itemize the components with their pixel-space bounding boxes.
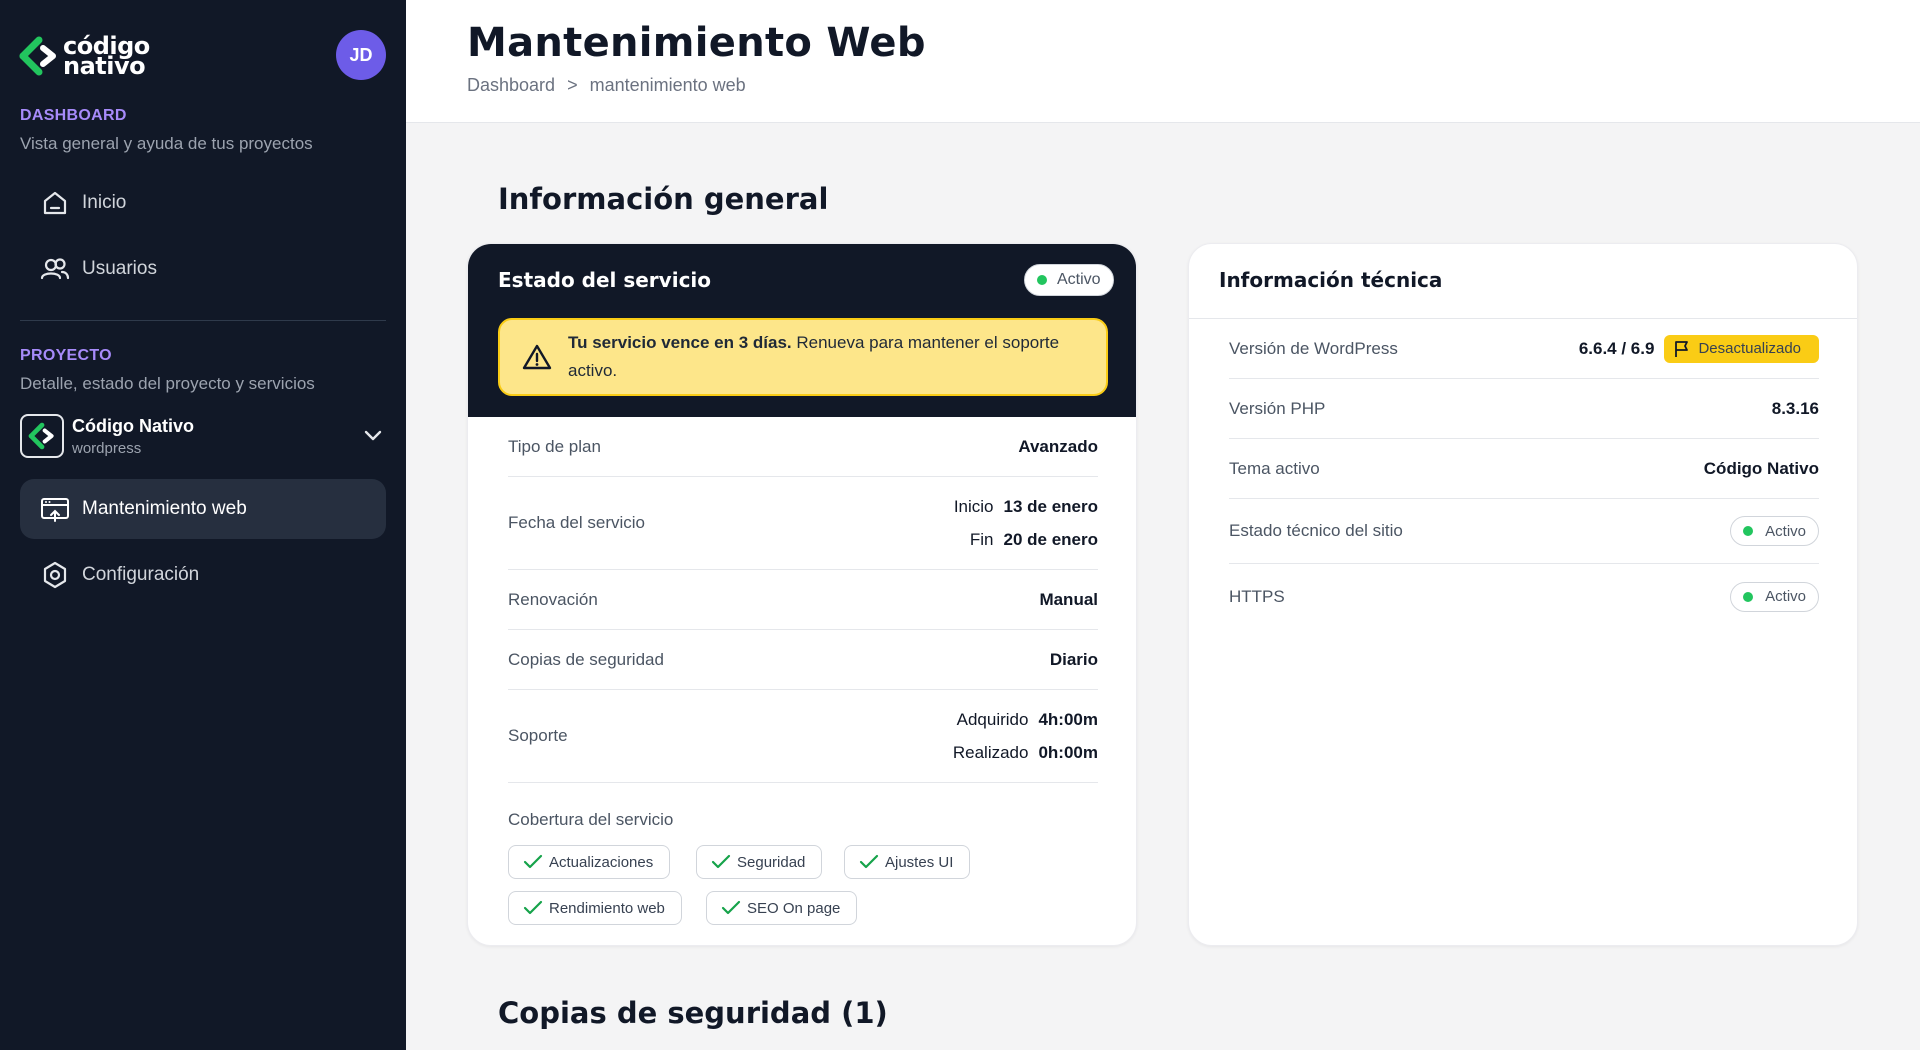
service-date-value: Inicio 13 de enero Fin 20 de enero xyxy=(953,497,1098,549)
check-icon xyxy=(711,854,731,869)
service-status-card: Estado del servicio Activo Tu servicio v… xyxy=(467,243,1137,946)
settings-icon xyxy=(40,560,70,590)
status-dot xyxy=(1037,275,1047,285)
brand-logo[interactable]: código nativo xyxy=(19,34,150,78)
sidebar-item-mantenimiento-web[interactable]: Mantenimiento web xyxy=(20,479,386,539)
brand-logo-icon xyxy=(19,36,56,76)
alert-bold-text: Tu servicio vence en 3 días. xyxy=(568,333,792,352)
project-section-title: PROYECTO xyxy=(20,347,112,364)
row-backups: Copias de seguridad Diario xyxy=(508,630,1098,690)
technical-info-card: Información técnica Versión de WordPress… xyxy=(1188,243,1858,946)
check-icon xyxy=(859,854,879,869)
check-icon xyxy=(523,854,543,869)
row-support: Soporte Adquirido 4h:00m Realizado 0h:00m xyxy=(508,690,1098,783)
backups-value: Diario xyxy=(1049,649,1098,669)
warning-icon xyxy=(522,344,552,370)
status-badge: Activo xyxy=(1024,264,1114,296)
main-content: Mantenimiento Web Dashboard > mantenimie… xyxy=(406,0,1920,1050)
row-plan: Tipo de plan Avanzado xyxy=(508,417,1098,477)
status-badge: Activo xyxy=(1730,581,1819,612)
sidebar: código nativo JD DASHBOARD Vista general… xyxy=(0,0,406,1050)
chevron-down-icon[interactable] xyxy=(362,424,384,451)
project-logo-icon xyxy=(20,414,64,458)
plan-value: Avanzado xyxy=(1018,436,1098,456)
breadcrumb-current: mantenimiento web xyxy=(589,75,746,95)
expiry-alert: Tu servicio vence en 3 días. Renueva par… xyxy=(498,318,1108,396)
sidebar-item-inicio[interactable]: Inicio xyxy=(20,173,386,233)
status-badge: Activo xyxy=(1730,516,1819,546)
sidebar-item-label: Configuración xyxy=(82,564,200,585)
coverage-chip: Actualizaciones xyxy=(508,845,671,879)
row-https: HTTPS Activo xyxy=(1229,564,1819,629)
row-active-theme: Tema activo Código Nativo xyxy=(1229,439,1819,499)
coverage-chip: Ajustes UI xyxy=(844,845,971,879)
row-renewal: Renovación Manual xyxy=(508,570,1098,630)
home-icon xyxy=(40,188,70,218)
breadcrumb: Dashboard > mantenimiento web xyxy=(467,75,746,96)
check-icon xyxy=(523,900,543,915)
dashboard-section-subtitle: Vista general y ayuda de tus proyectos xyxy=(20,134,313,153)
project-section-subtitle: Detalle, estado del proyecto y servicios xyxy=(20,374,315,393)
project-name: Código Nativo xyxy=(72,415,194,436)
row-service-date: Fecha del servicio Inicio 13 de enero Fin… xyxy=(508,477,1098,570)
active-theme-value: Código Nativo xyxy=(1703,458,1819,478)
renewal-value: Manual xyxy=(1039,589,1098,609)
sidebar-item-label: Mantenimiento web xyxy=(82,498,247,519)
breadcrumb-dashboard-link[interactable]: Dashboard xyxy=(467,75,555,96)
section-title-general: Información general xyxy=(498,182,829,216)
check-icon xyxy=(721,900,741,915)
project-selector[interactable]: Código Nativo wordpress xyxy=(20,412,386,460)
tech-card-title: Información técnica xyxy=(1219,268,1443,292)
section-title-backups: Copias de seguridad (1) xyxy=(498,996,888,1030)
service-card-title: Estado del servicio xyxy=(498,268,712,292)
users-icon xyxy=(40,254,70,284)
sidebar-divider xyxy=(20,320,386,321)
breadcrumb-separator: > xyxy=(567,75,578,95)
sidebar-item-configuracion[interactable]: Configuración xyxy=(20,545,386,605)
php-version-value: 8.3.16 xyxy=(1771,398,1819,418)
coverage-title: Cobertura del servicio xyxy=(508,810,674,829)
user-avatar[interactable]: JD xyxy=(336,30,386,80)
row-site-status: Estado técnico del sitio Activo xyxy=(1229,499,1819,564)
page-title: Mantenimiento Web xyxy=(467,20,926,66)
support-value: Adquirido 4h:00m Realizado 0h:00m xyxy=(952,710,1098,762)
outdated-badge: Desactualizado xyxy=(1664,334,1819,363)
coverage-chip: Seguridad xyxy=(696,845,823,879)
flag-icon xyxy=(1675,340,1689,357)
project-type: wordpress xyxy=(72,439,142,457)
page-header: Mantenimiento Web Dashboard > mantenimie… xyxy=(406,0,1920,123)
dashboard-section-title: DASHBOARD xyxy=(20,107,127,124)
sidebar-item-label: Inicio xyxy=(82,192,127,213)
sidebar-item-label: Usuarios xyxy=(82,258,157,279)
wordpress-version-value: 6.6.4 / 6.9 xyxy=(1578,338,1655,358)
row-php-version: Versión PHP 8.3.16 xyxy=(1229,379,1819,439)
row-wordpress-version: Versión de WordPress 6.6.4 / 6.9 Desactu… xyxy=(1229,319,1819,379)
sidebar-item-usuarios[interactable]: Usuarios xyxy=(20,239,386,299)
browser-icon xyxy=(40,494,70,524)
coverage-chip: SEO On page xyxy=(706,891,858,925)
brand-logo-text: código nativo xyxy=(63,32,150,80)
coverage-chip: Rendimiento web xyxy=(508,891,682,925)
